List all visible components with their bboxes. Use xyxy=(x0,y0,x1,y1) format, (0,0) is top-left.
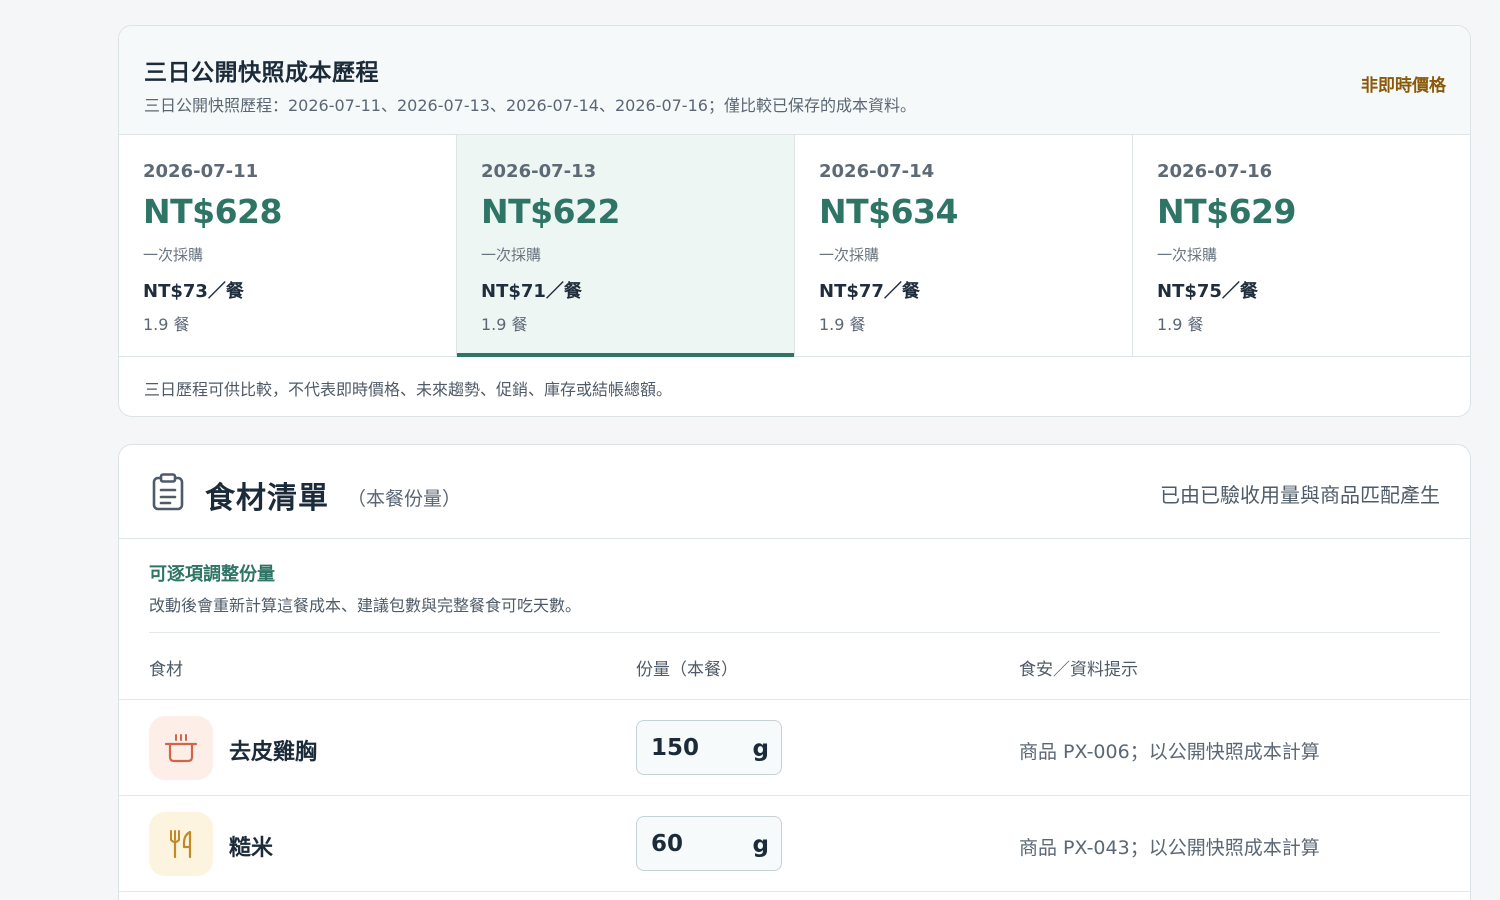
snapshot-tab-2026-07-14[interactable]: 2026-07-14 NT$634 一次採購 NT$77／餐 1.9 餐 xyxy=(795,135,1133,356)
snapshot-total-cost: NT$628 xyxy=(143,192,282,231)
snapshot-tab-2026-07-13[interactable]: 2026-07-13 NT$622 一次採購 NT$71／餐 1.9 餐 xyxy=(457,135,795,357)
snapshot-meal-count: 1.9 餐 xyxy=(481,315,528,334)
ingredient-row: 糙米 60 g 商品 PX-043；以公開快照成本計算 xyxy=(119,795,1470,891)
column-header-quantity: 份量（本餐） xyxy=(636,660,738,680)
adjust-portions-title: 可逐項調整份量 xyxy=(149,564,275,585)
snapshot-cost-per-meal: NT$75／餐 xyxy=(1157,281,1258,302)
ingredient-list-title: 食材清單 xyxy=(205,481,329,516)
snapshot-purchase-mode: 一次採購 xyxy=(481,246,542,264)
snapshot-total-cost: NT$629 xyxy=(1157,192,1296,231)
snapshot-purchase-mode: 一次採購 xyxy=(1157,246,1218,264)
quantity-unit: g xyxy=(752,736,769,762)
utensils-icon xyxy=(149,812,213,876)
column-header-ingredient: 食材 xyxy=(149,660,183,680)
snapshot-total-cost: NT$634 xyxy=(819,192,958,231)
cost-history-subtitle: 三日公開快照歷程：2026-07-11、2026-07-13、2026-07-1… xyxy=(144,96,916,115)
quantity-input[interactable]: 150 g xyxy=(636,720,782,775)
snapshot-tab-2026-07-11[interactable]: 2026-07-11 NT$628 一次採購 NT$73／餐 1.9 餐 xyxy=(119,135,457,356)
snapshot-date: 2026-07-16 xyxy=(1157,161,1273,182)
divider xyxy=(119,891,1470,892)
column-header-note: 食安／資料提示 xyxy=(1019,660,1138,680)
adjust-portions-description: 改動後會重新計算這餐成本、建議包數與完整餐食可吃天數。 xyxy=(149,596,582,615)
snapshot-purchase-mode: 一次採購 xyxy=(143,246,204,264)
ingredient-name: 糙米 xyxy=(229,836,274,861)
snapshot-purchase-mode: 一次採購 xyxy=(819,246,880,264)
snapshot-cost-per-meal: NT$73／餐 xyxy=(143,281,244,302)
snapshot-date: 2026-07-13 xyxy=(481,161,597,182)
ingredient-source-note: 已由已驗收用量與商品匹配產生 xyxy=(1160,483,1440,507)
pot-icon xyxy=(149,716,213,780)
cost-history-disclaimer: 三日歷程可供比較，不代表即時價格、未來趨勢、促銷、庫存或結帳總額。 xyxy=(144,380,673,399)
snapshot-meal-count: 1.9 餐 xyxy=(143,315,190,334)
snapshot-date: 2026-07-11 xyxy=(143,161,259,182)
divider xyxy=(149,632,1440,633)
snapshot-cost-per-meal: NT$77／餐 xyxy=(819,281,920,302)
quantity-value[interactable]: 150 xyxy=(651,735,699,761)
ingredient-row: 去皮雞胸 150 g 商品 PX-006；以公開快照成本計算 xyxy=(119,699,1470,795)
cost-history-title: 三日公開快照成本歷程 xyxy=(144,60,379,86)
quantity-value[interactable]: 60 xyxy=(651,831,683,857)
ingredient-list-card: 食材清單 （本餐份量） 已由已驗收用量與商品匹配產生 可逐項調整份量 改動後會重… xyxy=(118,444,1471,900)
clipboard-icon xyxy=(152,473,184,511)
snapshot-meal-count: 1.9 餐 xyxy=(819,315,866,334)
snapshot-total-cost: NT$622 xyxy=(481,192,620,231)
ingredient-data-note: 商品 PX-043；以公開快照成本計算 xyxy=(1019,837,1320,859)
ingredient-list-title-note: （本餐份量） xyxy=(347,488,462,510)
ingredient-list-header: 食材清單 （本餐份量） 已由已驗收用量與商品匹配產生 xyxy=(119,445,1470,539)
ingredient-data-note: 商品 PX-006；以公開快照成本計算 xyxy=(1019,741,1320,763)
not-realtime-badge: 非即時價格 xyxy=(1361,76,1446,96)
cost-history-header: 三日公開快照成本歷程 三日公開快照歷程：2026-07-11、2026-07-1… xyxy=(119,26,1470,135)
snapshot-cost-per-meal: NT$71／餐 xyxy=(481,281,582,302)
ingredient-name: 去皮雞胸 xyxy=(229,740,318,765)
cost-history-card: 三日公開快照成本歷程 三日公開快照歷程：2026-07-11、2026-07-1… xyxy=(118,25,1471,417)
quantity-unit: g xyxy=(752,832,769,858)
snapshot-date: 2026-07-14 xyxy=(819,161,935,182)
quantity-input[interactable]: 60 g xyxy=(636,816,782,871)
snapshot-meal-count: 1.9 餐 xyxy=(1157,315,1204,334)
snapshot-tab-2026-07-16[interactable]: 2026-07-16 NT$629 一次採購 NT$75／餐 1.9 餐 xyxy=(1133,135,1470,356)
snapshot-tabs: 2026-07-11 NT$628 一次採購 NT$73／餐 1.9 餐 202… xyxy=(119,135,1470,357)
